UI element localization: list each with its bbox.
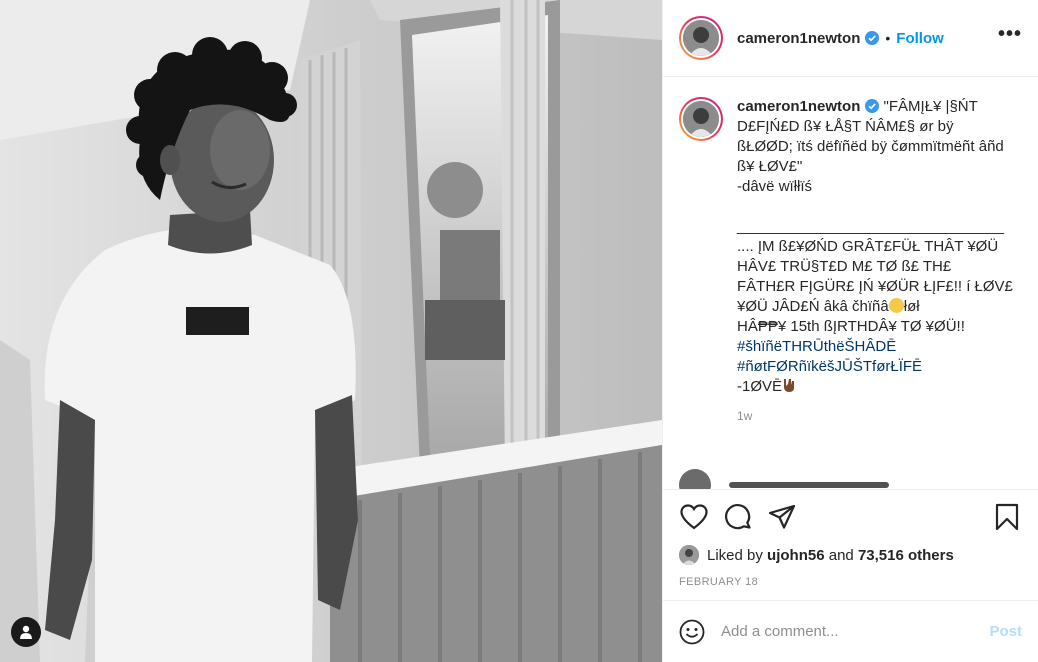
avatar: [683, 101, 719, 137]
caption-line: .... ĮM ß£¥ØŃD GRÂT£FÜŁ THÂT ¥ØÜ: [737, 238, 999, 255]
caption-line: "FÂMĮŁ¥ |§ŃT: [879, 98, 978, 115]
liked-by-label: Liked by: [707, 546, 763, 564]
photo-image: [0, 0, 662, 662]
comments-section: cameron1newton "FÂMĮŁ¥ |§ŃT D£FĮŃ£D ß¥ Ł…: [663, 77, 1038, 489]
avatar-image: [683, 20, 719, 56]
caption-text: cameron1newton "FÂMĮŁ¥ |§ŃT D£FĮŃ£D ß¥ Ł…: [737, 97, 1019, 397]
next-comment-preview: [679, 469, 889, 489]
caption: cameron1newton "FÂMĮŁ¥ |§ŃT D£FĮŃ£D ß¥ Ł…: [679, 97, 1022, 397]
post-photo[interactable]: [0, 0, 662, 662]
smiley-icon[interactable]: [679, 619, 705, 645]
post-comment-button[interactable]: Post: [989, 623, 1022, 640]
comment-avatar[interactable]: [679, 469, 711, 489]
caption-line: ¥ØÜ JÂD£Ń âkâ čhïñâ: [737, 298, 889, 315]
comment-button[interactable]: [723, 502, 753, 532]
rock-on-hand-emoji-icon: [784, 379, 795, 392]
caption-line: ß¥ ŁØV£": [737, 158, 803, 175]
post-actions: Liked by ujohn56 and 73,516 others FEBRU…: [663, 489, 1038, 600]
more-options-button[interactable]: •••: [998, 23, 1022, 54]
caption-story-ring[interactable]: [679, 97, 723, 141]
heart-icon: [680, 504, 708, 530]
caption-line: HÂV£ TRÜ§T£D M£ TØ ß£ TH£: [737, 258, 952, 275]
hashtag-link[interactable]: #šhïñëTHRŪthëŠHÂDĒ: [737, 338, 896, 355]
separator-dot: •: [885, 30, 891, 46]
caption-line: HÂ₱₱¥ 15th ßĮRTHDÂ¥ TØ ¥ØÜ!!: [737, 318, 965, 335]
username-link[interactable]: cameron1newton: [737, 30, 860, 47]
story-ring[interactable]: [679, 16, 723, 60]
post-header: cameron1newton • Follow •••: [663, 0, 1038, 77]
and-label: and: [828, 546, 854, 564]
paper-plane-icon: [768, 504, 796, 529]
smirk-emoji-icon: [888, 298, 904, 313]
bookmark-icon: [995, 503, 1019, 531]
caption-line: łøł: [903, 298, 920, 315]
caption-line: D£FĮŃ£D ß¥ ŁÅ§T ŃÂM£§ ør bÿ: [737, 118, 954, 135]
liker-username-link[interactable]: ujohn56: [767, 547, 825, 564]
follow-button[interactable]: Follow: [896, 30, 944, 47]
verified-badge-icon: [865, 99, 880, 113]
avatar: [683, 20, 719, 56]
comment-icon: [725, 504, 751, 530]
liker-avatar[interactable]: [679, 545, 699, 565]
comment-input[interactable]: [719, 622, 990, 641]
post-time-ago[interactable]: 1w: [737, 409, 1022, 423]
post-date[interactable]: FEBRUARY 18: [679, 576, 1022, 588]
caption-line: ßŁØØD; ïtś dëfïñëd bÿ čømmïtmëñt âñd: [737, 138, 1004, 155]
share-button[interactable]: [767, 502, 797, 532]
add-comment-bar: Post: [663, 600, 1038, 662]
caption-username[interactable]: cameron1newton: [737, 98, 860, 115]
likes-count-link[interactable]: 73,516 others: [858, 547, 954, 564]
caption-divider: ________________________________: [737, 218, 1004, 235]
caption-line: -dâvë wïłłïś: [737, 178, 813, 195]
tag-people-button[interactable]: [11, 617, 41, 647]
action-icons-row: [679, 502, 1022, 532]
caption-line: -1ØVĒ: [737, 378, 783, 395]
comment-text-partial: [729, 482, 889, 488]
like-button[interactable]: [679, 502, 709, 532]
save-button[interactable]: [992, 502, 1022, 532]
verified-badge-icon: [865, 31, 880, 45]
likes-summary: Liked by ujohn56 and 73,516 others: [679, 545, 1022, 565]
person-tag-icon: [20, 625, 32, 639]
post-sidebar: cameron1newton • Follow ••• cameron1newt…: [662, 0, 1038, 662]
hashtag-link[interactable]: #ñøtFØRñïkëšJŪŠTførŁÏFĒ: [737, 358, 922, 375]
instagram-post-modal: cameron1newton • Follow ••• cameron1newt…: [0, 0, 1038, 662]
caption-line: FÂTH£R FĮGÜR£ ĮŃ ¥ØÜR ŁĮF£!! í ŁØV£: [737, 278, 1013, 295]
